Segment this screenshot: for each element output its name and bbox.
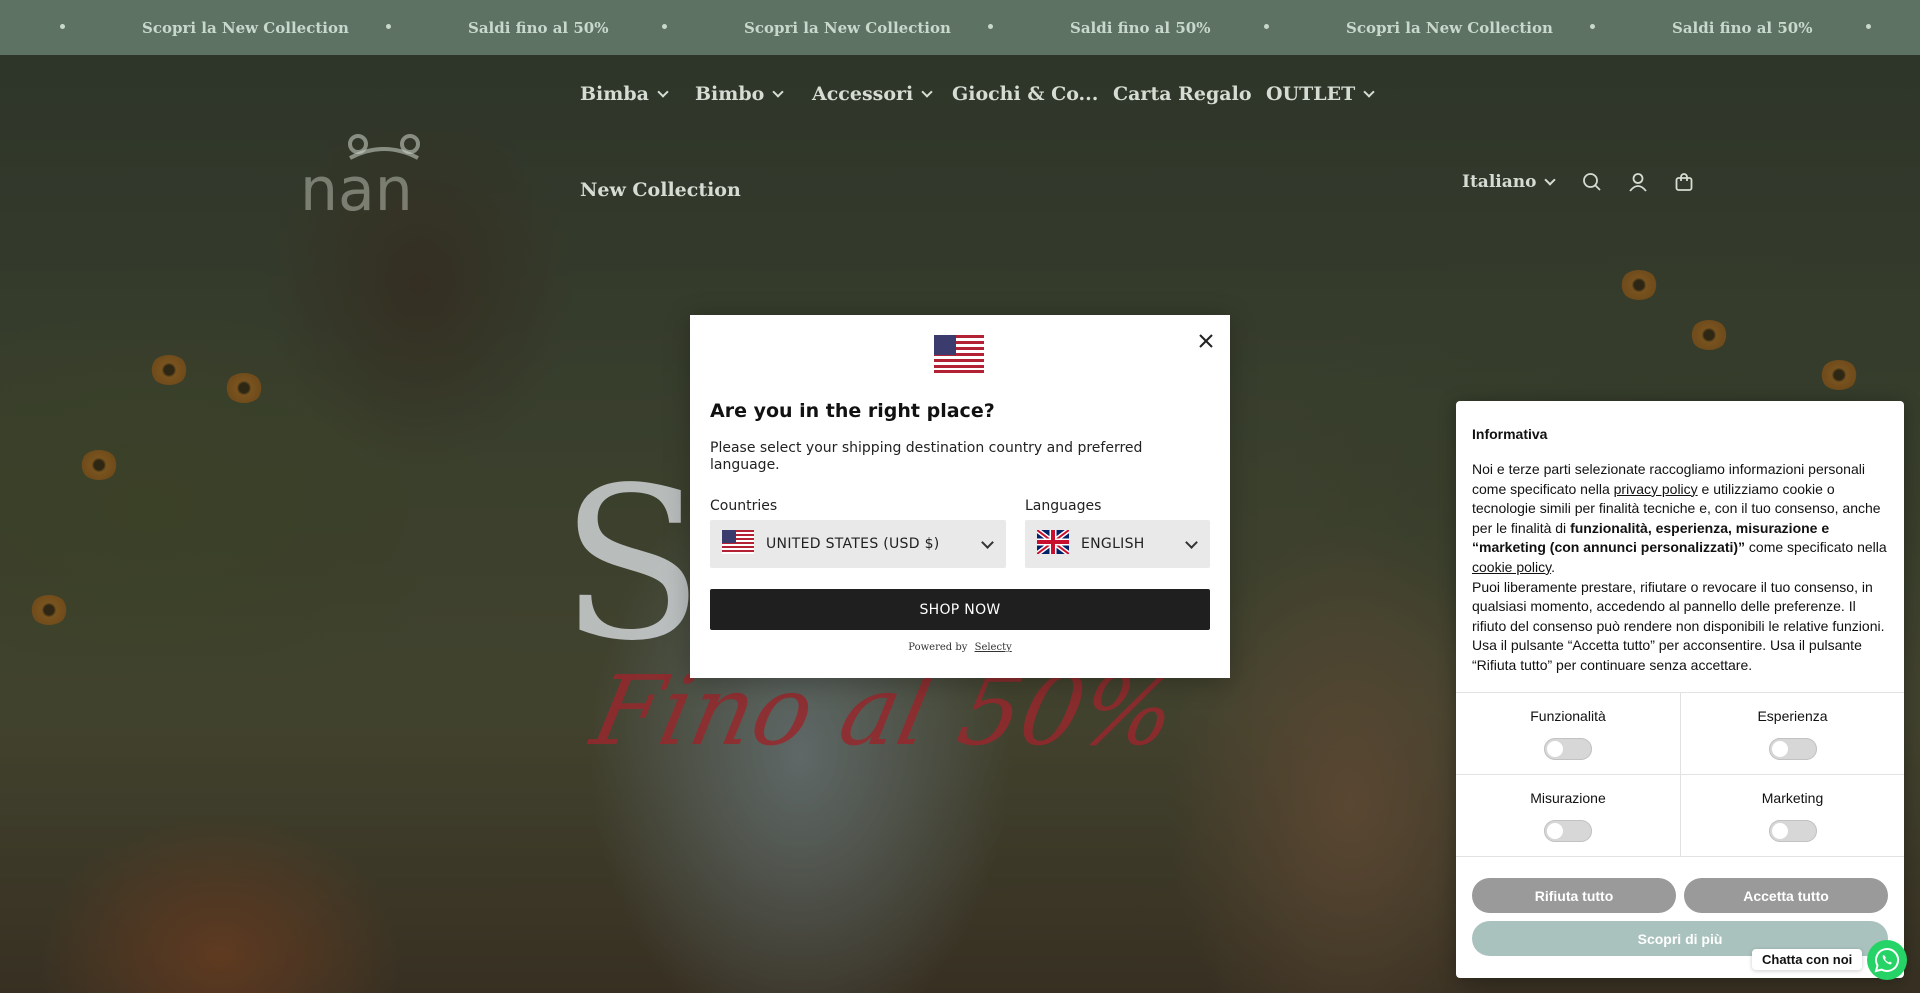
announcement-item[interactable]: Saldi fino al 50% (1070, 0, 1210, 55)
cookie-text: Noi e terze parti selezionate raccogliam… (1472, 460, 1892, 676)
consent-toggles: Funzionalità Esperienza Misurazione Mark… (1456, 692, 1904, 857)
nav-label: Bimbo (695, 83, 765, 105)
header-actions: Italiano (1462, 170, 1696, 194)
toggle-marketing: Marketing (1680, 775, 1904, 856)
toggle-misurazione: Misurazione (1456, 775, 1680, 856)
nav-item-giochi[interactable]: Giochi & Co... (952, 83, 1098, 105)
separator-dot (1590, 24, 1595, 29)
cookie-text-part: come specificato nella (1745, 539, 1887, 556)
country-value: UNITED STATES (USD $) (766, 536, 940, 552)
nav-label: Bimba (580, 83, 649, 105)
announcement-item[interactable]: Scopri la New Collection (744, 0, 951, 55)
cookie-consent-panel: Informativa Noi e terze parti selezionat… (1456, 401, 1904, 978)
announcement-item[interactable]: Saldi fino al 50% (1672, 0, 1812, 55)
powered-by: Powered by Selecty (690, 642, 1230, 653)
nav-item-bimbo[interactable]: Bimbo (695, 83, 785, 105)
cookie-policy-link[interactable]: cookie policy (1472, 559, 1551, 575)
cookie-text-part: Puoi liberamente prestare, rifiutare o r… (1472, 578, 1885, 673)
chevron-down-icon (1544, 174, 1557, 186)
shop-now-button[interactable]: SHOP NOW (710, 589, 1210, 630)
chevron-down-icon (772, 86, 785, 98)
logo-text: nan (300, 155, 413, 218)
country-select[interactable]: UNITED STATES (USD $) (710, 520, 1006, 568)
nav-label: Giochi & Co... (952, 83, 1099, 105)
nav-item-carta-regalo[interactable]: Carta Regalo (1113, 83, 1252, 105)
close-icon[interactable] (1195, 330, 1217, 352)
search-icon[interactable] (1580, 170, 1604, 194)
nav-label: New Collection (580, 179, 741, 201)
chevron-down-icon (981, 536, 994, 549)
language-selector[interactable]: Italiano (1462, 172, 1557, 192)
toggle-label: Funzionalità (1530, 708, 1606, 724)
reject-all-button[interactable]: Rifiuta tutto (1472, 878, 1676, 913)
modal-description: Please select your shipping destination … (710, 440, 1143, 473)
toggle-switch[interactable] (1768, 738, 1817, 760)
chevron-down-icon (1185, 536, 1198, 549)
separator-dot (662, 24, 667, 29)
account-icon[interactable] (1626, 170, 1650, 194)
separator-dot (1264, 24, 1269, 29)
chevron-down-icon (657, 86, 669, 98)
nav-label: OUTLET (1266, 83, 1356, 105)
language-select[interactable]: ENGLISH (1025, 520, 1210, 568)
toggle-switch[interactable] (1544, 738, 1592, 760)
us-flag-icon (722, 530, 754, 558)
countries-label: Countries (710, 498, 778, 514)
cookie-text-part: . (1551, 558, 1556, 575)
brand-logo[interactable]: nan (300, 128, 480, 225)
toggle-label: Esperienza (1757, 708, 1828, 724)
announcement-item[interactable]: Scopri la New Collection (142, 0, 349, 55)
nav-label: Carta Regalo (1113, 83, 1252, 105)
chat-label[interactable]: Chatta con noi (1752, 949, 1863, 970)
nav-item-accessori[interactable]: Accessori (812, 83, 933, 105)
nav-item-outlet[interactable]: OUTLET (1266, 83, 1375, 105)
us-flag-icon (934, 335, 984, 377)
chevron-down-icon (1363, 86, 1375, 98)
nav-item-bimba[interactable]: Bimba (580, 83, 669, 105)
uk-flag-icon (1035, 528, 1071, 558)
cookie-title: Informativa (1472, 426, 1548, 442)
language-label: Italiano (1462, 172, 1537, 192)
powered-by-text: Powered by (908, 642, 968, 653)
toggle-switch[interactable] (1768, 820, 1817, 842)
announcement-bar: Scopri la New Collection Saldi fino al 5… (0, 0, 1920, 55)
privacy-policy-link[interactable]: privacy policy (1614, 481, 1698, 497)
announcement-item[interactable]: Saldi fino al 50% (468, 0, 608, 55)
toggle-switch[interactable] (1544, 820, 1592, 842)
languages-label: Languages (1025, 498, 1102, 514)
toggle-label: Misurazione (1530, 790, 1606, 806)
country-selector-modal: Are you in the right place? Please selec… (690, 315, 1230, 678)
separator-dot (988, 24, 993, 29)
whatsapp-icon[interactable] (1867, 940, 1907, 980)
separator-dot (1866, 24, 1871, 29)
separator-dot (60, 24, 65, 29)
announcement-item[interactable]: Scopri la New Collection (1346, 0, 1553, 55)
selecty-link[interactable]: Selecty (975, 642, 1012, 653)
modal-title: Are you in the right place? (710, 400, 995, 422)
nav-label: Accessori (812, 83, 914, 105)
chevron-down-icon (921, 86, 933, 98)
bear-logo-icon: nan (300, 134, 420, 225)
toggle-esperienza: Esperienza (1680, 693, 1904, 774)
cart-icon[interactable] (1672, 170, 1696, 194)
toggle-funzionalita: Funzionalità (1456, 693, 1680, 774)
toggle-label: Marketing (1761, 790, 1824, 806)
hero-letter: S (560, 442, 704, 687)
nav-item-new-collection[interactable]: New Collection (580, 179, 741, 201)
language-value: ENGLISH (1081, 536, 1145, 552)
separator-dot (386, 24, 391, 29)
accept-all-button[interactable]: Accetta tutto (1684, 878, 1888, 913)
